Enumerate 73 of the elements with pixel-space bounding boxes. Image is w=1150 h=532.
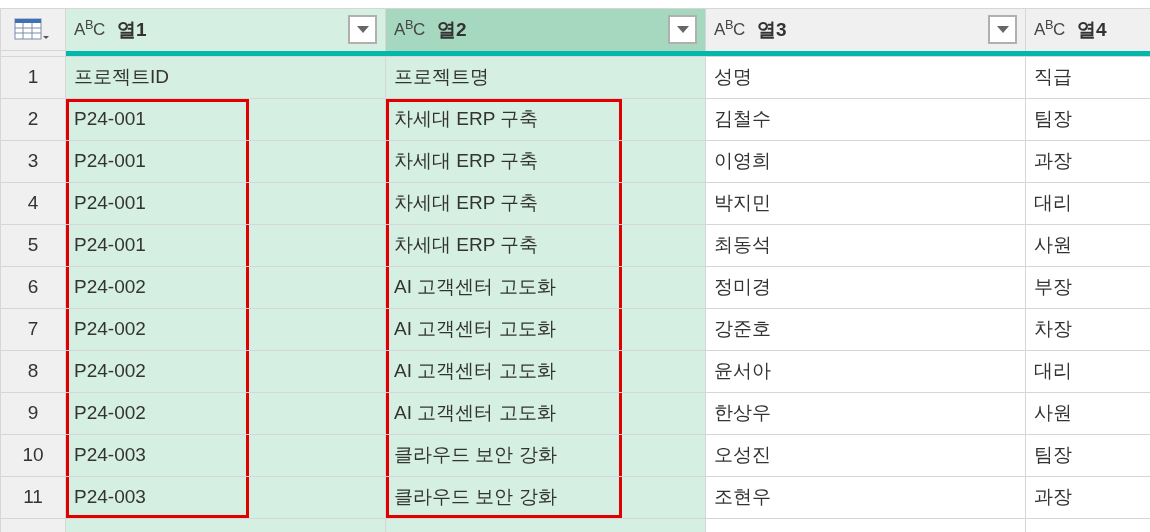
caret-icon: [996, 26, 1009, 34]
type-label: A$^{B}$C: [74, 21, 105, 39]
table-cell: 조현우: [714, 486, 771, 508]
table-cell: AI 고객센터 고도화: [394, 318, 556, 340]
table-cell: 사원: [1034, 234, 1072, 256]
table-cell: P24-001: [74, 150, 146, 172]
column-name: 열2: [436, 17, 467, 42]
table-cell: 강준호: [714, 318, 771, 340]
table-cell: 박지민: [714, 192, 771, 214]
type-label: A$^{B}$C: [714, 21, 745, 39]
table-cell: 차세대 ERP 구축: [394, 234, 539, 256]
table-cell: P24-003: [74, 486, 146, 508]
table-cell: 차세대 ERP 구축: [394, 108, 539, 130]
row-number: 2: [0, 98, 66, 141]
table-cell: 정미경: [714, 276, 771, 298]
table-cell: 클라우드 보안 강화: [394, 444, 557, 466]
column-name: 열4: [1076, 17, 1107, 42]
type-label: A$^{B}$C: [1034, 21, 1065, 39]
table-cell: P24-002: [74, 360, 146, 382]
row-number: 10: [0, 434, 66, 477]
filter-dropdown-button[interactable]: [668, 15, 697, 45]
table-cell: 이영희: [714, 150, 771, 172]
filter-dropdown-button[interactable]: [988, 15, 1017, 45]
table-cell: 윤서아: [714, 360, 771, 382]
row-number: 4: [0, 182, 66, 225]
table-cell: 팀장: [1034, 108, 1072, 130]
table-cell: AI 고객센터 고도화: [394, 276, 556, 298]
table-cell: 클라우드 보안 강화: [394, 486, 557, 508]
table-cell: 한상우: [714, 402, 771, 424]
row-number: 5: [0, 224, 66, 267]
table-cell: 과장: [1034, 486, 1072, 508]
row-number: 9: [0, 392, 66, 435]
column-header[interactable]: A$^{B}$C 열3: [705, 8, 1026, 51]
column-name: 열3: [756, 17, 787, 42]
table-cell: 성명: [714, 66, 752, 88]
row-number: 7: [0, 308, 66, 351]
row-number: 6: [0, 266, 66, 309]
table-cell: P24-001: [74, 234, 146, 256]
type-label: A$^{B}$C: [394, 21, 425, 39]
table-cell: 부장: [1034, 276, 1072, 298]
table-cell: 최동석: [714, 234, 771, 256]
table-cell: 프로젝트ID: [74, 66, 169, 88]
row-number: 1: [0, 56, 66, 99]
table-cell: 사원: [1034, 402, 1072, 424]
table-cell: 대리: [1034, 360, 1072, 382]
table-cell: 과장: [1034, 150, 1072, 172]
row-number: 3: [0, 140, 66, 183]
table-cell: P24-003: [74, 444, 146, 466]
table-cell: 대리: [1034, 192, 1072, 214]
table-cell: 오성진: [714, 444, 771, 466]
row-number: 11: [0, 476, 66, 519]
table-cell: AI 고객센터 고도화: [394, 360, 556, 382]
table-cell: 차장: [1034, 318, 1072, 340]
table-cell: 직급: [1034, 66, 1072, 88]
filter-dropdown-button[interactable]: [348, 15, 377, 45]
table-cell: 팀장: [1034, 444, 1072, 466]
column-header[interactable]: A$^{B}$C 열1: [65, 8, 386, 51]
table-cell: P24-001: [74, 192, 146, 214]
column-name: 열1: [116, 17, 147, 42]
column-header[interactable]: A$^{B}$C 열4: [1025, 8, 1150, 51]
table-cell: AI 고객센터 고도화: [394, 402, 556, 424]
table-cell: 차세대 ERP 구축: [394, 192, 539, 214]
caret-icon: [676, 26, 689, 34]
column-header[interactable]: A$^{B}$C 열2: [385, 8, 706, 51]
table-cell: 프로젝트명: [394, 66, 489, 88]
table-cell: 차세대 ERP 구축: [394, 150, 539, 172]
table-cell: P24-002: [74, 276, 146, 298]
table-cell: P24-002: [74, 318, 146, 340]
table-cell: P24-001: [74, 108, 146, 130]
caret-icon: [356, 26, 369, 34]
table-cell: 김철수: [714, 108, 771, 130]
table-cell: P24-002: [74, 402, 146, 424]
row-number: 8: [0, 350, 66, 393]
